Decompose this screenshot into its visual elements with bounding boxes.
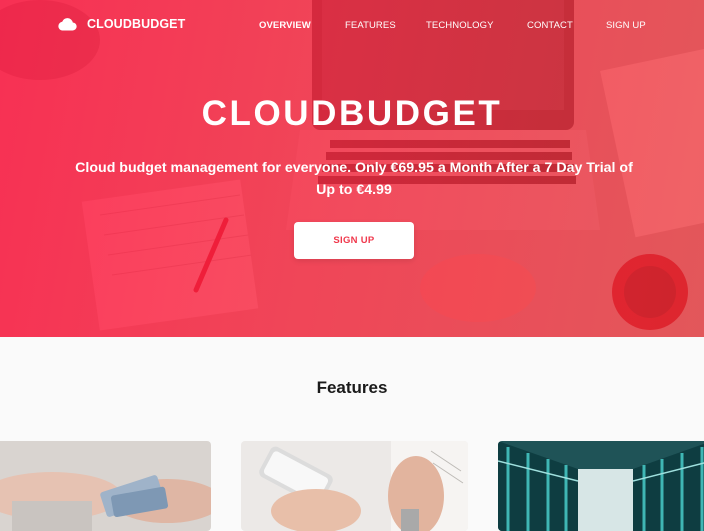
phone-in-hands-photo	[241, 441, 468, 531]
money-in-hands-photo	[0, 441, 211, 531]
feature-card-money[interactable]	[0, 441, 211, 531]
server-corridor-photo	[498, 441, 704, 531]
nav-link-overview[interactable]: OVERVIEW	[259, 20, 311, 31]
nav-link-technology[interactable]: TECHNOLOGY	[426, 20, 494, 31]
features-section: Features	[0, 337, 704, 531]
nav-link-sign-up[interactable]: SIGN UP	[606, 20, 646, 31]
nav-link-features[interactable]: FEATURES	[345, 20, 396, 31]
features-title: Features	[316, 378, 388, 397]
feature-card-phone[interactable]	[241, 441, 468, 531]
feature-card-server[interactable]	[498, 441, 704, 531]
hero-sign-up-button[interactable]: SIGN UP	[294, 222, 414, 259]
nav-link-contact[interactable]: CONTACT	[527, 20, 573, 31]
nav-links: OVERVIEW FEATURES TECHNOLOGY CONTACT SIG…	[0, 20, 704, 34]
hero-title: CLOUDBUDGET	[201, 94, 503, 133]
top-navigation: CLOUDBUDGET OVERVIEW FEATURES TECHNOLOGY…	[0, 0, 704, 54]
hero-subtitle: Cloud budget management for everyone. On…	[75, 160, 633, 198]
hero-section: CLOUDBUDGET OVERVIEW FEATURES TECHNOLOGY…	[0, 0, 704, 337]
